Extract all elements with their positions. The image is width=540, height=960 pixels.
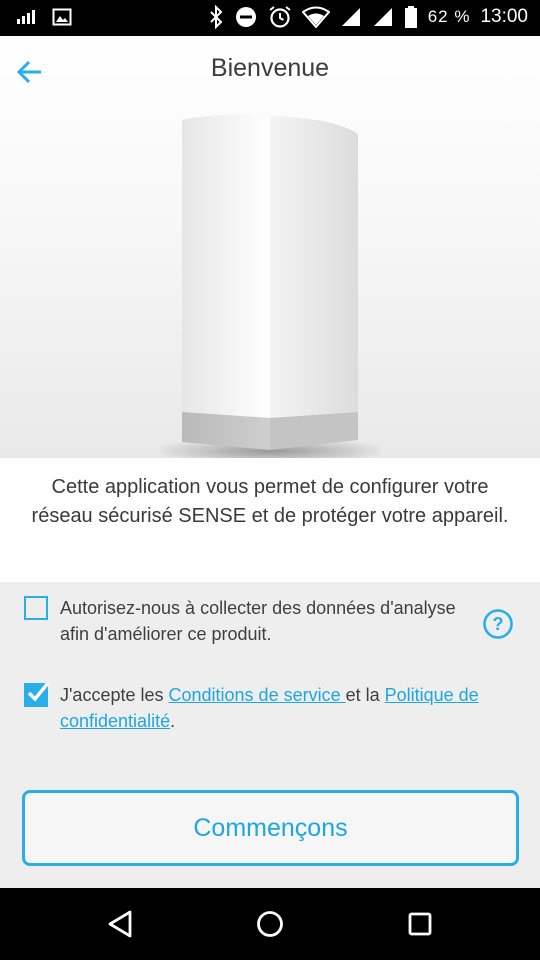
- status-bar-left: [16, 8, 72, 26]
- clock-time: 13:00: [480, 6, 528, 27]
- nav-recents-button[interactable]: [402, 906, 438, 942]
- square-recents-icon: [408, 912, 432, 936]
- help-button[interactable]: ?: [482, 608, 514, 640]
- back-button[interactable]: [16, 54, 56, 90]
- signal-bars-icon: [17, 10, 35, 24]
- analytics-checkbox[interactable]: [24, 596, 48, 620]
- battery-percentage: 62 %: [427, 7, 471, 26]
- status-bar-right: 62 % 13:00: [208, 5, 528, 29]
- bluetooth-icon: [209, 5, 223, 29]
- page-title: Bienvenue: [210, 54, 330, 82]
- checkmark-icon: [27, 681, 50, 702]
- battery-icon: [404, 6, 417, 28]
- terms-of-service-link[interactable]: Conditions de service: [169, 685, 346, 705]
- alarm-icon: [269, 6, 291, 28]
- analytics-label: Autorisez-nous à collecter des données d…: [60, 598, 456, 644]
- question-circle-icon: ?: [483, 609, 513, 639]
- nav-back-button[interactable]: [102, 906, 138, 942]
- hero-section: Bienvenue: [0, 36, 540, 458]
- sense-router-image: [160, 114, 380, 458]
- nav-home-button[interactable]: [252, 906, 288, 942]
- app-description: Cette application vous permet de configu…: [31, 476, 509, 527]
- status-bar: 62 % 13:00: [0, 0, 540, 36]
- app-bar: Bienvenue: [0, 36, 540, 106]
- cell-signal-icon: [373, 8, 392, 26]
- terms-middle: et la: [345, 685, 385, 705]
- welcome-screen: Bienvenue Cette application vous permet …: [0, 36, 540, 888]
- navigation-bar: [0, 888, 540, 960]
- wifi-icon: [301, 6, 330, 28]
- arrow-left-icon: [16, 60, 41, 84]
- do-not-disturb-icon: [235, 7, 256, 27]
- circle-home-icon: [257, 911, 283, 937]
- terms-label: J'accepte les Conditions de service et l…: [60, 682, 530, 734]
- image-notification-icon: [52, 8, 72, 26]
- terms-suffix: .: [170, 711, 176, 731]
- terms-prefix: J'accepte les: [60, 685, 169, 705]
- start-button[interactable]: Commençons: [22, 790, 519, 866]
- triangle-back-icon: [108, 910, 132, 938]
- terms-checkbox[interactable]: [24, 681, 50, 707]
- svg-text:?: ?: [493, 614, 504, 634]
- consent-options: Autorisez-nous à collecter des données d…: [0, 582, 540, 888]
- cell-signal-icon: [341, 8, 360, 26]
